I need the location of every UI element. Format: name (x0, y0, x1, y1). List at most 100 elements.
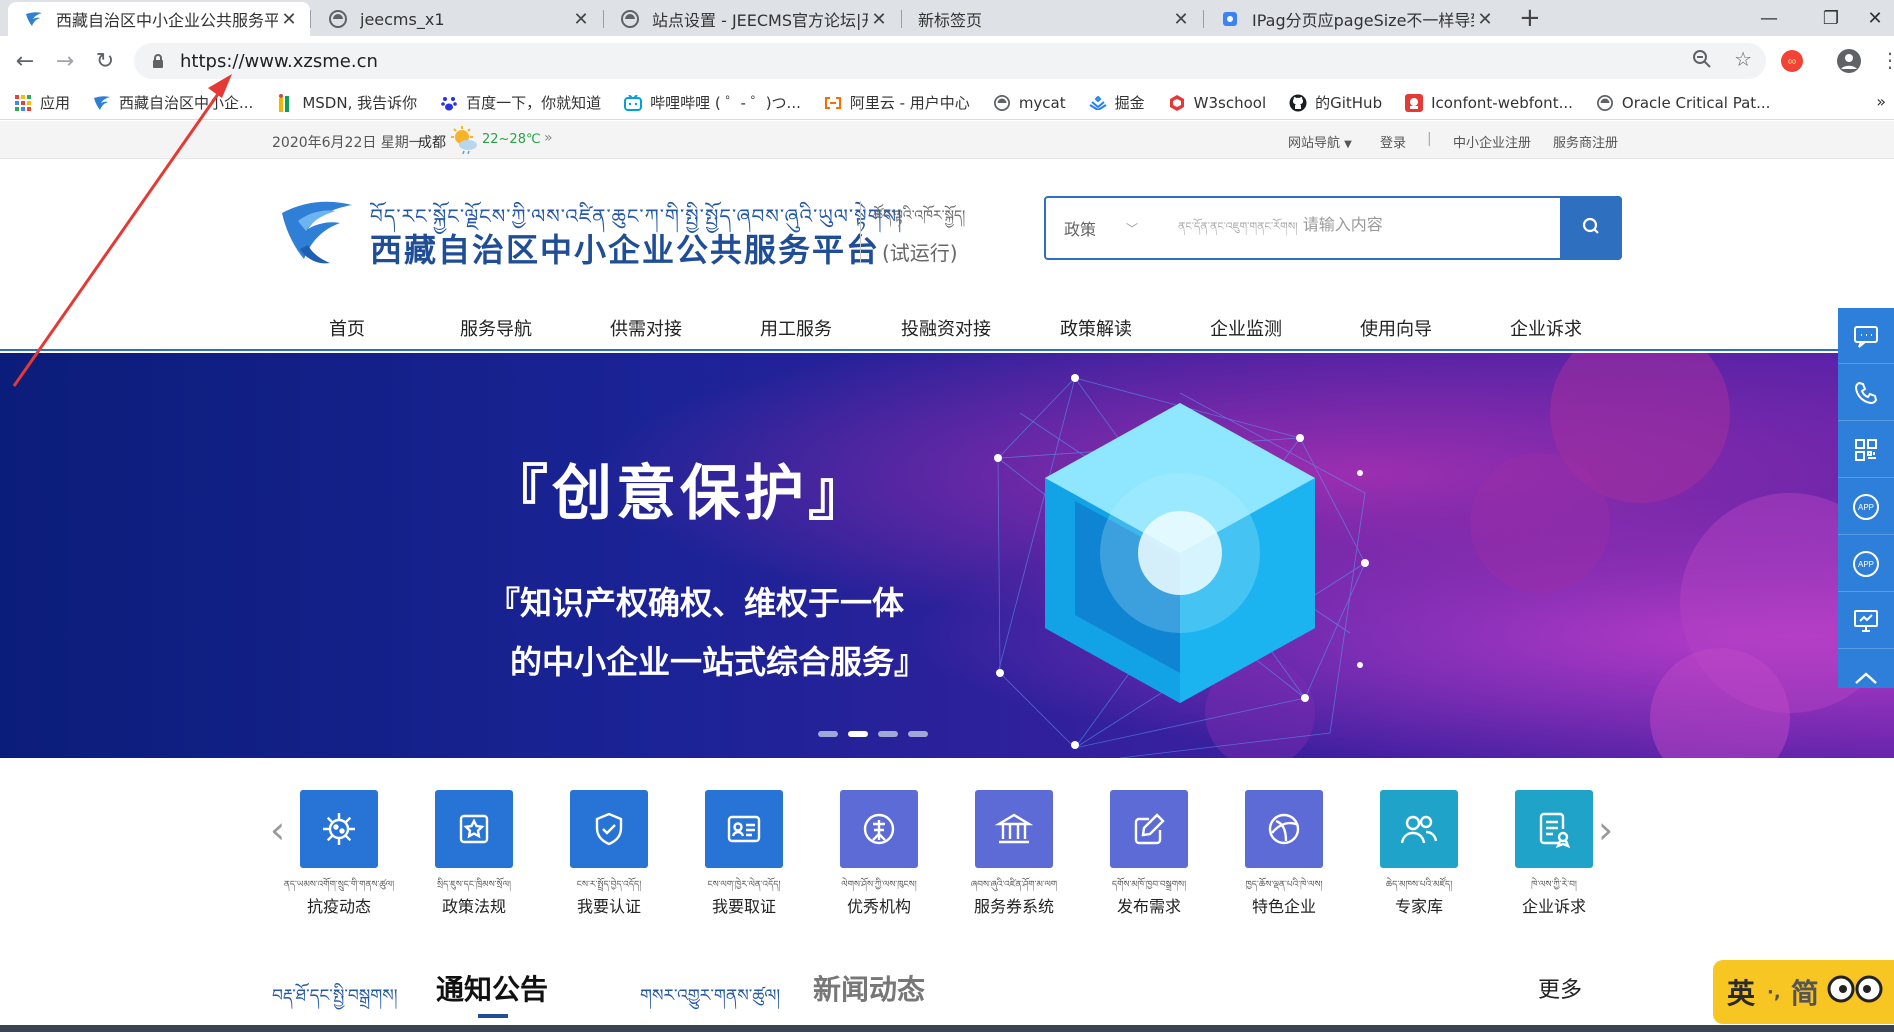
carousel-dot[interactable] (818, 731, 838, 737)
service-label: 专家库 (1394, 897, 1443, 916)
bookmark-item[interactable]: 哔哩哔哩 ( ゜- ゜)つ... (624, 92, 801, 113)
search-category-select[interactable]: 政策 ﹀ (1064, 216, 1138, 240)
nav-user-guide[interactable]: 使用向导 (1326, 315, 1466, 341)
phone-icon[interactable] (1838, 365, 1894, 421)
weather-more-icon[interactable]: » (544, 130, 553, 146)
extension-icon[interactable]: ∞ (1780, 49, 1804, 77)
restore-icon[interactable]: ❐ (1808, 2, 1854, 34)
bookmarks-overflow-button[interactable]: » (1876, 92, 1886, 111)
window-close-icon[interactable]: ✕ (1856, 2, 1894, 34)
bookmark-item[interactable]: W3school (1168, 94, 1266, 112)
service-item[interactable]: ངས་ར་སྤྲོད་བྱེད་འདོད། 我要认证 (549, 790, 669, 917)
service-item[interactable]: ཁྱད་ཆོས་ལྡན་པའི་ཁེ་ལས། 特色企业 (1224, 790, 1344, 917)
omnibox[interactable]: https://www.xzsme.cn ☆ (134, 43, 1766, 79)
qrcode-icon[interactable] (1838, 422, 1894, 478)
bookmark-item[interactable]: Iconfont-webfont... (1405, 93, 1573, 112)
id-card-icon (705, 790, 783, 868)
browser-menu-icon[interactable]: ⋮ (1880, 48, 1894, 72)
forward-icon[interactable]: → (48, 44, 82, 78)
hero-banner[interactable]: 『创意保护』 『知识产权确权、维权于一体 的中小企业一站式综合服务』 (0, 353, 1894, 758)
app-icon[interactable]: APP (1838, 479, 1894, 535)
close-tab-icon[interactable]: ✕ (278, 9, 300, 30)
site-logo-icon[interactable] (278, 199, 354, 275)
tab-divider (901, 10, 902, 28)
enterprise-badge-icon (840, 790, 918, 868)
ime-variant[interactable]: 简 (1791, 972, 1819, 1012)
app-icon[interactable]: APP (1838, 536, 1894, 592)
bookmark-item[interactable]: Oracle Critical Pat... (1596, 94, 1770, 112)
site-search: 政策 ﹀ ནང་དོན་ནང་འཇུག་གནང་རོགས། 请输入内容 (1044, 196, 1622, 260)
close-tab-icon[interactable]: ✕ (1474, 9, 1496, 30)
back-icon[interactable]: ← (8, 44, 42, 78)
minimize-icon[interactable]: — (1746, 2, 1792, 34)
carousel-dot[interactable] (908, 731, 928, 737)
bookmark-item[interactable]: 西藏自治区中小企... (93, 92, 253, 113)
close-tab-icon[interactable]: ✕ (570, 9, 592, 30)
tab-news[interactable]: 新闻动态 (813, 968, 925, 1008)
nav-service-guide[interactable]: 服务导航 (426, 315, 566, 341)
page-title: 西藏自治区中小企业公共服务平台 (370, 231, 881, 269)
service-item[interactable]: ལེགས་ཤོས་ཀྱི་ལས་ཁུངས། 优秀机构 (819, 790, 939, 917)
close-tab-icon[interactable]: ✕ (1170, 9, 1192, 30)
provider-register-link[interactable]: 服务商注册 (1553, 132, 1618, 151)
bookmarks-bar: 应用 西藏自治区中小企... MSDN, 我告诉你 百度一下，你就知道 哔哩哔哩… (0, 86, 1894, 120)
nav-policy[interactable]: 政策解读 (1026, 315, 1166, 341)
chat-icon[interactable] (1838, 308, 1894, 364)
bookmark-label: mycat (1018, 93, 1066, 112)
service-item[interactable]: ནད་ཡམས་འགོག་སྲུང་གི་གནས་ཚུལ། 抗疫动态 (279, 790, 399, 917)
ime-mode[interactable]: 英 (1727, 972, 1755, 1012)
service-item[interactable]: སྲིད་ཇུས་དང་ཁྲིམས་སྲོལ། 政策法规 (414, 790, 534, 917)
nav-monitoring[interactable]: 企业监测 (1176, 315, 1316, 341)
browser-tab-active[interactable]: 西藏自治区中小企业公共服务平台 ✕ (8, 2, 310, 36)
service-item[interactable]: ཁེ་ལས་ཀྱི་རེ་བ། 企业诉求 (1494, 790, 1614, 917)
bookmark-item[interactable]: 的GitHub (1289, 92, 1382, 113)
puzzle-icon (1220, 9, 1240, 29)
login-link[interactable]: 登录 (1380, 132, 1406, 151)
reload-icon[interactable]: ↻ (88, 44, 122, 78)
star-bookmark-icon[interactable]: ☆ (1734, 49, 1752, 73)
service-item[interactable]: ཞབས་ཞུའི་འཛིན་ཤོག་མ་ལག 服务券系统 (954, 790, 1074, 917)
search-input[interactable]: ནང་དོན་ནང་འཇུག་གནང་རོགས། 请输入内容 (1178, 211, 1383, 245)
zoom-icon[interactable] (1692, 49, 1712, 73)
carousel-dot-active[interactable] (848, 731, 868, 737)
bookmark-label: 应用 (40, 94, 71, 112)
tab-notices[interactable]: 通知公告 (436, 968, 548, 1008)
bookmark-apps[interactable]: 应用 (14, 92, 70, 113)
monitor-icon[interactable] (1838, 593, 1894, 649)
bookmark-item[interactable]: 百度一下，你就知道 (440, 92, 601, 113)
nav-home[interactable]: 首页 (277, 315, 417, 341)
search-button[interactable] (1560, 196, 1622, 260)
profile-avatar-icon[interactable] (1836, 48, 1862, 78)
header-divider (860, 201, 861, 263)
new-tab-button[interactable]: + (1519, 4, 1541, 32)
browser-tab[interactable]: IPag分页应pageSize不一样导致 ✕ (1204, 2, 1506, 36)
browser-tab[interactable]: 新标签页 ✕ (902, 2, 1202, 36)
service-item[interactable]: དགོས་མཁོ་ཁྱབ་བསྒྲགས། 发布需求 (1089, 790, 1209, 917)
close-tab-icon[interactable]: ✕ (868, 9, 890, 30)
date-text: 2020年6月22日 星期一 (272, 135, 423, 151)
bookmark-item[interactable]: 阿里云 - 用户中心 (824, 92, 970, 113)
bookmark-item[interactable]: MSDN, 我告诉你 (276, 92, 417, 113)
carousel-dot[interactable] (878, 731, 898, 737)
service-item[interactable]: ངས་ལག་ཁྱེར་ལེན་འདོད། 我要取证 (684, 790, 804, 917)
site-nav-link[interactable]: 网站导航 ▼ (1288, 132, 1352, 151)
nav-appeals[interactable]: 企业诉求 (1476, 315, 1616, 341)
nav-investment[interactable]: 投融资对接 (876, 315, 1016, 341)
more-link[interactable]: 更多 (1538, 972, 1582, 1004)
browser-tab[interactable]: jeecms_x1 ✕ (312, 2, 602, 36)
bookmark-item[interactable]: mycat (993, 94, 1066, 112)
nav-employment[interactable]: 用工服务 (726, 315, 866, 341)
tab-divider (310, 10, 311, 28)
bookmark-label: 哔哩哔哩 ( ゜- ゜)つ... (650, 94, 801, 112)
back-to-top-icon[interactable] (1838, 650, 1894, 706)
nav-supply-demand[interactable]: 供需对接 (576, 315, 716, 341)
ime-status-bar[interactable]: 英 ·, 简 (1713, 960, 1894, 1024)
banner-headline: 『创意保护』 (488, 459, 872, 529)
service-item[interactable]: ཆེད་མཁས་པའི་མཛོད། 专家库 (1359, 790, 1479, 917)
bookmark-item[interactable]: 掘金 (1089, 92, 1145, 113)
sme-register-link[interactable]: 中小企业注册 (1453, 132, 1531, 151)
tab-title: 站点设置 - JEECMS官方论坛|开源 (652, 11, 868, 30)
service-label: 我要认证 (576, 897, 641, 916)
browser-tab[interactable]: 站点设置 - JEECMS官方论坛|开源 ✕ (604, 2, 900, 36)
trial-tibetan-label: ཚོད་ལྟའི་འཁོར་སྐྱོད། (873, 208, 966, 224)
